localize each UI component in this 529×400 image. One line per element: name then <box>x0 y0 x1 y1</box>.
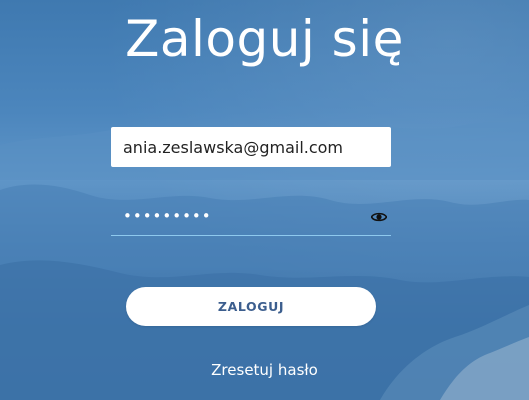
password-field[interactable] <box>111 198 356 234</box>
login-button[interactable]: ZALOGUJ <box>126 287 376 326</box>
email-field[interactable] <box>111 127 391 167</box>
page-title: Zaloguj się <box>125 10 404 68</box>
eye-icon[interactable] <box>370 210 388 222</box>
password-field-wrapper <box>111 198 391 236</box>
reset-password-link[interactable]: Zresetuj hasło <box>0 361 529 379</box>
